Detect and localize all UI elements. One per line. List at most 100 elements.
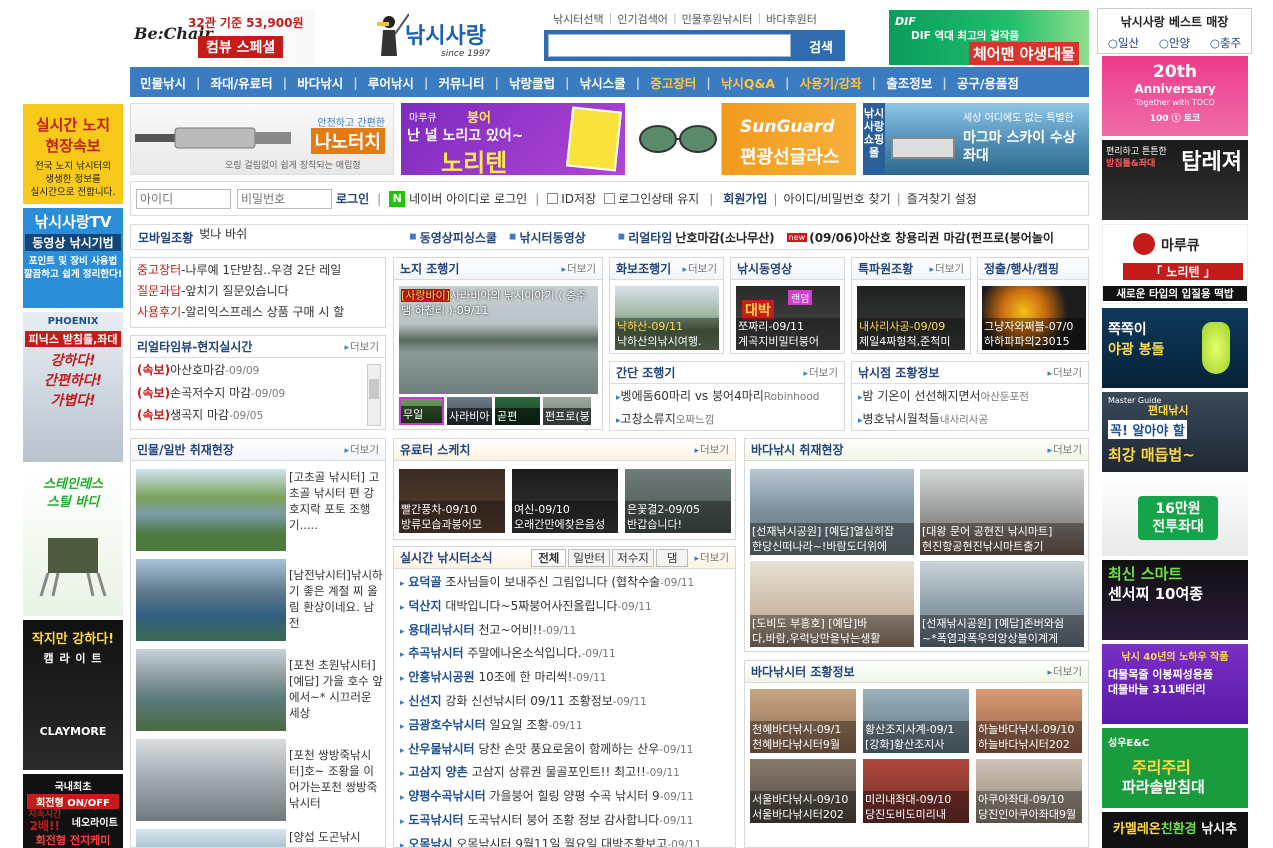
more-link[interactable]: 더보기 xyxy=(1047,442,1082,457)
mobile-report-text[interactable]: 벚나 바쉬 xyxy=(199,225,359,242)
find-account-link[interactable]: 아이디/비밀번호 찾기 xyxy=(784,190,891,207)
nav-school[interactable]: 낚시스쿨 xyxy=(570,73,636,92)
more-link[interactable]: 더보기 xyxy=(929,261,964,276)
sea-thumb[interactable]: [선재낚시공원] [예답]존버와쉼 ~*폭염과폭우의앙상블이계게 xyxy=(920,561,1084,647)
tab-general[interactable]: 일반터 xyxy=(568,548,611,567)
list-item[interactable]: [양섭 도곤낚시 xyxy=(136,829,382,847)
id-input[interactable] xyxy=(136,188,231,209)
list-item[interactable]: ▸ 양평수곡낚시터 가을붕어 힐링 양평 수곡 낚시터 9-09/11 xyxy=(400,786,729,810)
right-ad-knowhow[interactable]: 낚시 40년의 노하우 작품 대물목줄 이봉찌성용품 대물바늘 311배터리 xyxy=(1102,644,1248,724)
noji-thumb[interactable]: 펀프로(붕 xyxy=(543,397,591,425)
sea-thumb[interactable]: [도비도 부흥호] [예답]바 다,바람,우럭낭만을낚는생활 xyxy=(750,561,914,647)
list-item[interactable]: ▸고창소류지오짜느낌 xyxy=(616,409,838,430)
left-ad-stainless[interactable]: 스테인레스 스틸 바디 xyxy=(23,466,123,616)
save-id-checkbox[interactable] xyxy=(547,193,559,204)
nav-outing[interactable]: 출조정보 xyxy=(876,73,942,92)
left-ad-noji-report[interactable]: 실시간 노지 현장속보 전국 노지 낚시터의 생생한 정보를 실시간으로 전합니다. xyxy=(23,104,123,204)
list-item[interactable]: (속보)생곡지 마감-09/05 xyxy=(137,405,365,428)
list-item[interactable]: (속보)아산호마감-09/09 xyxy=(137,360,365,383)
login-button[interactable]: 로그인 xyxy=(336,190,369,207)
site-logo[interactable]: 낚시사랑 since 1997 xyxy=(375,12,505,64)
tab-all[interactable]: 전체 xyxy=(531,548,567,567)
promo-banner[interactable]: Be:Chair 32관 기준 53,900원 컴뷰 스페셜 xyxy=(130,10,315,65)
mobile-report-label[interactable]: 모바일조황 xyxy=(138,229,193,246)
right-ad-sensor-float[interactable]: 최신 스마트 센서찌 10여종 xyxy=(1102,560,1248,640)
more-link[interactable]: 더보기 xyxy=(561,261,596,276)
nanotouch-banner[interactable]: 안전하고 간편한 나노터치 오링 걸림없이 쉽게 장착되는 매립형 xyxy=(130,103,394,175)
nav-shop[interactable]: 공구/용품점 xyxy=(947,73,1029,92)
join-link[interactable]: 회원가입 xyxy=(723,190,767,207)
seainfo-thumb[interactable]: 하늘바다낚시-09/10 하늘바다낚시터202 xyxy=(976,689,1082,753)
noji-thumb[interactable]: 곧편 xyxy=(495,397,540,425)
search-button[interactable]: 검색 xyxy=(809,37,833,56)
quick-link-spot-select[interactable]: 낚시터선택 xyxy=(553,11,604,27)
sketch-thumb[interactable]: 은꽃결2-09/05 반갑습니다! xyxy=(625,469,731,533)
realtime-label[interactable]: 리얼타임 xyxy=(628,229,672,246)
more-link[interactable]: 더보기 xyxy=(1047,664,1082,679)
store-option-chungju[interactable]: ○충주 xyxy=(1210,35,1241,51)
list-item[interactable]: [포천 쌍방죽낚시터]호~ 조황을 이어가는포천 쌍방죽낚시터 xyxy=(136,739,382,821)
nav-pay-spot[interactable]: 좌대/유료터 xyxy=(201,73,283,92)
more-link[interactable]: 더보기 xyxy=(803,365,838,380)
store-option-ilsan[interactable]: ○일산 xyxy=(1108,35,1139,51)
more-link[interactable]: 더보기 xyxy=(694,442,729,457)
video-thumb[interactable]: 대박 랜덤 쪼짜리-09/11 계곡지비밀터붕어 xyxy=(736,286,840,350)
nav-used-market[interactable]: 중고장터 xyxy=(640,73,706,92)
quick-link-fresh-sponsor[interactable]: 민물후원낚시터 xyxy=(682,11,753,27)
sea-thumb[interactable]: [대왕 문어 공현진 낚시마트] 현진항공현진낚시마트출기 xyxy=(920,469,1084,555)
noji-main-photo[interactable]: [사랑바이]사라비아의 낚시이야기 ( 충주댐 하천리 )-09/11 xyxy=(399,286,598,394)
seainfo-thumb[interactable]: 미리내좌대-09/10 당진도비도미리내 xyxy=(863,759,969,823)
nav-qna[interactable]: 낚시Q&A xyxy=(711,73,785,92)
list-item[interactable]: ▸ 용대리낚시터 천고~어비!!-09/11 xyxy=(400,620,729,644)
more-link[interactable]: 더보기 xyxy=(344,339,379,354)
naver-icon[interactable]: N xyxy=(389,190,406,207)
list-item[interactable]: [고초골 낚시터] 고초골 낚시터 편 강호지락 포토 조행기..... xyxy=(136,469,382,551)
more-link[interactable]: 더보기 xyxy=(682,261,717,276)
spot-video-link[interactable]: 낚시터동영상 xyxy=(519,229,585,246)
right-ad-toco[interactable]: 20th Anniversary Together with TOCO 100 … xyxy=(1102,56,1248,136)
list-item[interactable]: ▸ 안흥낚시공원 10조에 한 마리씩!-09/11 xyxy=(400,667,729,691)
list-item[interactable]: (속보)손곡저수지 마감-09/09 xyxy=(137,383,365,406)
nav-club[interactable]: 낚랑클럽 xyxy=(499,73,565,92)
sea-thumb[interactable]: [선재낚시공원] [예답]열심히잡 한당신떠나라~!바람도더위에 xyxy=(750,469,914,555)
quick-link-popular[interactable]: 인기검색어 xyxy=(617,11,668,27)
right-ad-marukyu[interactable]: 마루큐 「 노리텐 」 새로운 타입의 입질용 떡밥 xyxy=(1102,224,1248,304)
shop-label[interactable]: 낚시사랑 쇼핑몰 xyxy=(863,103,885,175)
realtime-text[interactable]: 난호마감(소나무산) xyxy=(675,229,774,246)
nav-lure[interactable]: 루어낚시 xyxy=(358,73,424,92)
list-item[interactable]: 사용후기-알리익스프레스 상품 구매 시 할 xyxy=(137,302,379,323)
seainfo-thumb[interactable]: 천혜바다낚시-09/1 천혜바다낚시터9월 xyxy=(750,689,856,753)
left-ad-phoenix[interactable]: PHOENIX 피닉스 받침틀,좌대 강하다! 간편하다! 가볍다! xyxy=(23,312,123,462)
sunguard-banner[interactable]: SunGuard 편광선글라스 xyxy=(632,103,856,175)
naver-login-link[interactable]: 네이버 아이디로 로그인 xyxy=(409,190,527,207)
more-link[interactable]: 더보기 xyxy=(1047,365,1082,380)
right-ad-topleisure[interactable]: 편리하고 튼튼한 받침틀&좌대 탑레져 xyxy=(1102,140,1248,220)
special-thumb[interactable]: 내사리사공-09/09 제일4짜형척,준척미 xyxy=(857,286,965,350)
magma-banner[interactable]: 세상 어디에도 없는 특별한 마그마 스카이 수상좌대 xyxy=(885,103,1089,175)
scrollbar[interactable] xyxy=(367,364,381,426)
right-ad-knot-guide[interactable]: Master Guide 편대낚시 꼭! 알아야 할 최강 매듭법~ xyxy=(1102,392,1248,472)
nav-sea[interactable]: 바다낚시 xyxy=(287,73,353,92)
tab-reservoir[interactable]: 저수지 xyxy=(612,548,654,567)
left-ad-neolight[interactable]: 국내최초 회전형 ON/OFF 지속시간 2배!! 네오라이트 회전형 전지케미 xyxy=(23,774,123,848)
list-item[interactable]: ▸ 고삼지 양촌 고삼지 상류권 물골포인트!! 최고!!-09/11 xyxy=(400,762,729,786)
list-item[interactable]: ▸ 덕산지 대박입니다~5짜붕어사진올립니다-09/11 xyxy=(400,596,729,620)
seainfo-thumb[interactable]: 서울바다낚시-09/10 서울바다낚시터202 xyxy=(750,759,856,823)
right-ad-parasol-stand[interactable]: 성우E&C 주리주리 파라솔받침대 xyxy=(1102,728,1248,808)
left-ad-tv[interactable]: 낚시사랑TV 동영상 낚시기법 포인트 및 장비 사용법 깔끔하고 쉽게 정리한다… xyxy=(23,208,123,308)
list-item[interactable]: ▸ 오목낚시 오목낚시터 9월11일 월요일 대박조황보고-09/11 xyxy=(400,834,729,847)
photo-thumb[interactable]: 낙하산-09/11 낙하산의낚시여행. xyxy=(615,286,719,350)
nav-freshwater[interactable]: 민물낚시 xyxy=(130,73,196,92)
tab-dam[interactable]: 댐 xyxy=(655,548,689,567)
video-school-link[interactable]: 동영상피싱스쿨 xyxy=(420,229,497,246)
more-link[interactable]: 더보기 xyxy=(694,550,729,565)
password-input[interactable] xyxy=(237,188,332,209)
right-ad-battle-seat[interactable]: 16만원 전투좌대 xyxy=(1102,476,1248,556)
sketch-thumb[interactable]: 여신-09/10 오래간만에찾은음성 xyxy=(512,469,618,533)
more-link[interactable]: 더보기 xyxy=(344,442,379,457)
news-ticker-text[interactable]: (09/06)아산호 창용리권 마감(펀프로(붕어놀이 xyxy=(809,229,1054,246)
nav-community[interactable]: 커뮤니티 xyxy=(428,73,494,92)
list-item[interactable]: [남전낚시터]낚시하기 좋은 계절 찌 올림 환상이네요. 남전 xyxy=(136,559,383,641)
left-ad-claymore[interactable]: 작지만 강하다! 캠 라 이 트 CLAYMORE xyxy=(23,620,123,770)
seainfo-thumb[interactable]: 아쿠아좌대-09/10 당진인아쿠아좌대9월 xyxy=(976,759,1082,823)
